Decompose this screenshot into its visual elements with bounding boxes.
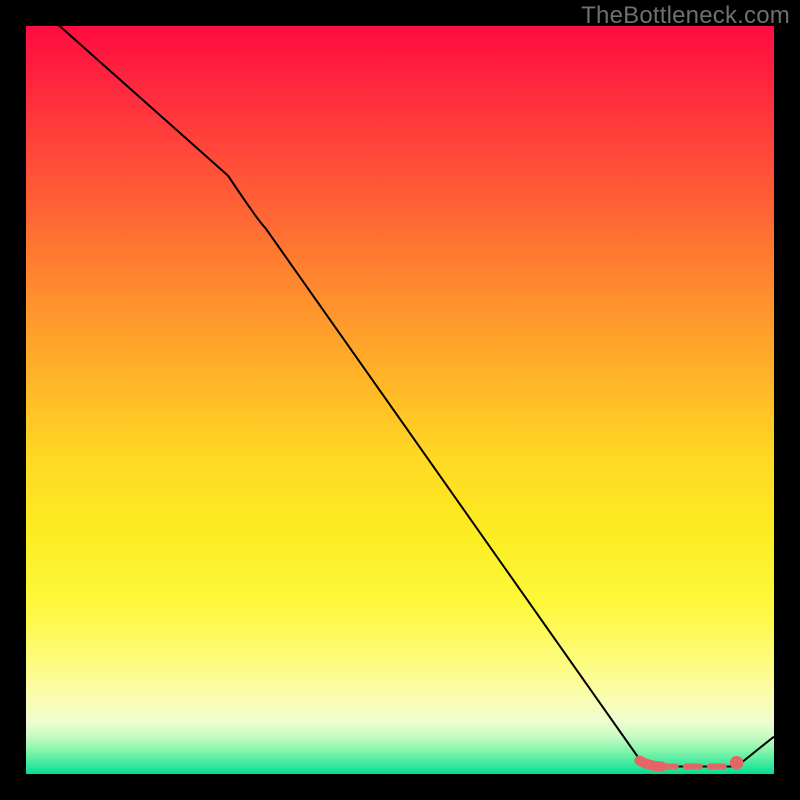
optimal-range-marker [639,761,661,767]
bottleneck-curve [26,26,774,767]
plot-area [26,26,774,774]
watermark-text: TheBottleneck.com [581,2,790,30]
chart-frame: TheBottleneck.com [0,0,800,800]
curve-layer [26,26,774,774]
highlight-point [730,756,743,769]
